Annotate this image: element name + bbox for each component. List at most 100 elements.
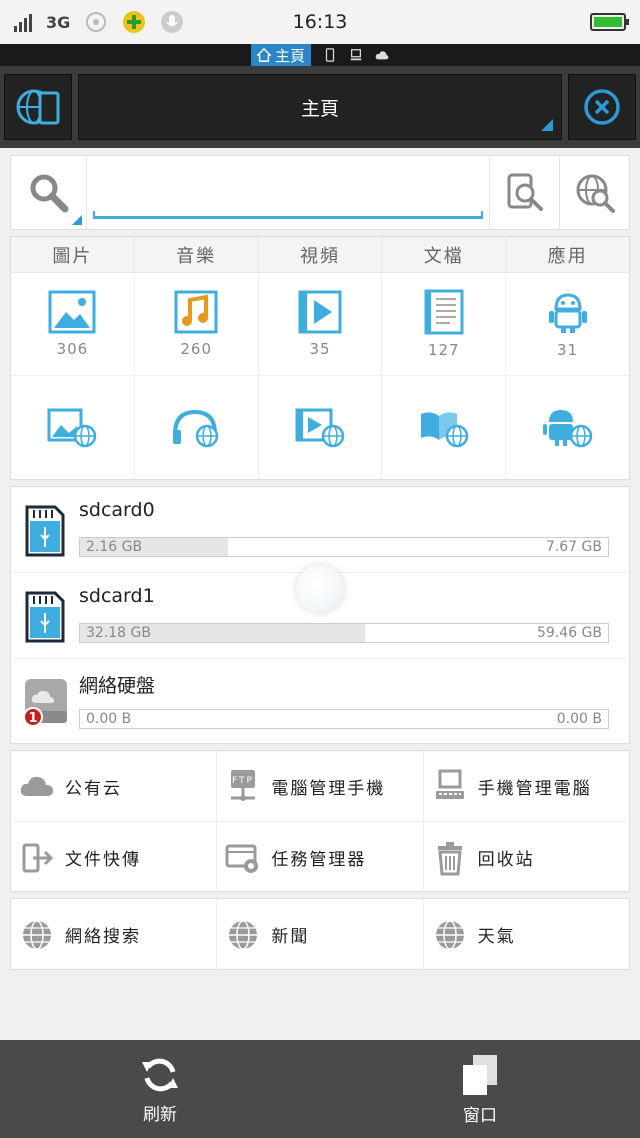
web-video-button[interactable] [259, 376, 383, 479]
toolbar-title-dropdown[interactable]: 主頁 [78, 74, 562, 140]
close-icon [584, 89, 620, 125]
trash-icon [437, 841, 462, 875]
tool-file-transfer[interactable]: 文件快傳 [11, 822, 218, 893]
globe-icon [23, 919, 51, 950]
web-books-button[interactable] [382, 376, 507, 479]
storage-name: sdcard0 [79, 499, 155, 521]
phone-icon[interactable] [323, 48, 337, 62]
image-icon [48, 290, 96, 334]
device-search-icon [507, 173, 543, 211]
refresh-icon [142, 1058, 178, 1091]
category-label-apps[interactable]: 應用 [506, 237, 629, 272]
category-label-music[interactable]: 音樂 [135, 237, 259, 272]
web-weather-tool[interactable]: 天氣 [424, 899, 629, 970]
category-count-images: 306 [56, 340, 89, 358]
category-panel: 圖片 音樂 視頻 文檔 應用 306 260 35 127 31 [10, 236, 630, 480]
bottom-nav: 刷新 窗口 [0, 1040, 640, 1138]
windows-button[interactable]: 窗口 [320, 1040, 640, 1138]
storage-name: 網絡硬盤 [79, 675, 156, 697]
category-label-documents[interactable]: 文檔 [382, 237, 507, 272]
cloud-icon [20, 776, 53, 796]
category-count-apps: 31 [557, 341, 579, 359]
globe-icon [435, 919, 464, 950]
local-search-button[interactable] [489, 156, 559, 229]
windows-label: 窗口 [463, 1105, 497, 1126]
tool-phone-manage-pc[interactable]: 手機管理電腦 [424, 751, 629, 821]
tool-label: 網絡搜索 [65, 927, 141, 947]
cloud-icon[interactable] [375, 48, 389, 62]
toolbar: 主頁 [0, 66, 640, 148]
refresh-button[interactable]: 刷新 [0, 1040, 320, 1138]
web-video-icon [295, 408, 345, 447]
storage-used: 32.18 GB [86, 625, 151, 641]
storage-item-network-disk[interactable]: 1 網絡硬盤 0.00 B 0.00 B [11, 659, 629, 745]
tool-label: 電腦管理手機 [271, 778, 386, 799]
app-notification-icon [123, 11, 146, 33]
category-web-row [11, 376, 629, 479]
video-icon [298, 290, 342, 334]
sync-icon [86, 12, 107, 32]
web-news-tool[interactable]: 新聞 [217, 899, 424, 970]
category-video[interactable]: 35 [259, 273, 383, 375]
status-bar: 3G 16:13 [0, 0, 640, 44]
web-search-button[interactable] [559, 156, 629, 229]
web-music-button[interactable] [135, 376, 259, 479]
storage-usage-bar: 32.18 GB 59.46 GB [79, 623, 609, 643]
storage-used: 2.16 GB [86, 539, 143, 555]
document-icon [424, 289, 464, 335]
search-type-button[interactable] [11, 156, 87, 229]
web-apps-button[interactable] [506, 376, 629, 479]
category-apps[interactable]: 31 [506, 273, 629, 375]
tool-label: 公有云 [65, 778, 122, 799]
home-icon [256, 48, 271, 62]
music-icon [174, 290, 218, 334]
category-count-music: 260 [180, 340, 213, 358]
network-disk-icon: 1 [23, 679, 67, 727]
tool-label: 天氣 [477, 927, 516, 947]
globe-search-icon [576, 174, 615, 213]
tool-label: 回收站 [477, 850, 535, 870]
signal-icon [14, 12, 32, 32]
globe-phone-icon [16, 89, 60, 125]
category-images[interactable]: 306 [11, 273, 135, 375]
location-home-label: 主頁 [274, 46, 305, 65]
category-label-video[interactable]: 視頻 [259, 237, 383, 272]
computer-icon [435, 769, 464, 799]
globe-icon [229, 919, 258, 950]
tool-recycle-bin[interactable]: 回收站 [424, 822, 629, 893]
sd-card-icon [25, 591, 65, 643]
web-phone-toggle-button[interactable] [4, 74, 72, 140]
tool-label: 任務管理器 [271, 850, 367, 870]
web-row: 網絡搜索 新聞 天氣 [11, 899, 629, 970]
web-images-button[interactable] [11, 376, 135, 479]
tool-pc-manage-phone[interactable]: FTP 電腦管理手機 [217, 751, 424, 821]
category-label-images[interactable]: 圖片 [11, 237, 135, 272]
battery-icon [590, 13, 629, 31]
web-panel: 網絡搜索 新聞 天氣 [10, 898, 630, 970]
storage-item-sdcard0[interactable]: sdcard0 2.16 GB 7.67 GB [11, 487, 629, 573]
web-image-icon [47, 408, 97, 447]
computer-icon[interactable] [349, 48, 363, 62]
network-disk-badge: 1 [28, 711, 37, 726]
web-book-icon [420, 411, 469, 447]
category-documents[interactable]: 127 [382, 273, 507, 375]
sd-card-icon [25, 505, 65, 557]
tool-task-manager[interactable]: 任務管理器 [217, 822, 424, 893]
close-button[interactable] [568, 74, 636, 140]
windows-icon [463, 1054, 497, 1095]
toolbar-title: 主頁 [300, 97, 339, 120]
refresh-label: 刷新 [143, 1104, 177, 1125]
web-search-tool[interactable]: 網絡搜索 [11, 899, 218, 970]
category-local-row: 306 260 35 127 31 [11, 273, 629, 376]
status-left: 3G [14, 10, 184, 34]
microphone-icon [161, 11, 184, 33]
storage-usage-bar: 2.16 GB 7.67 GB [79, 537, 609, 557]
tool-label: 文件快傳 [65, 850, 141, 870]
category-music[interactable]: 260 [135, 273, 259, 375]
search-icon [30, 174, 68, 212]
tool-label: 新聞 [271, 927, 310, 947]
search-input[interactable] [93, 179, 483, 219]
storage-usage-bar: 0.00 B 0.00 B [79, 709, 609, 729]
location-home[interactable]: 主頁 [250, 44, 311, 66]
tool-public-cloud[interactable]: 公有云 [11, 751, 218, 821]
